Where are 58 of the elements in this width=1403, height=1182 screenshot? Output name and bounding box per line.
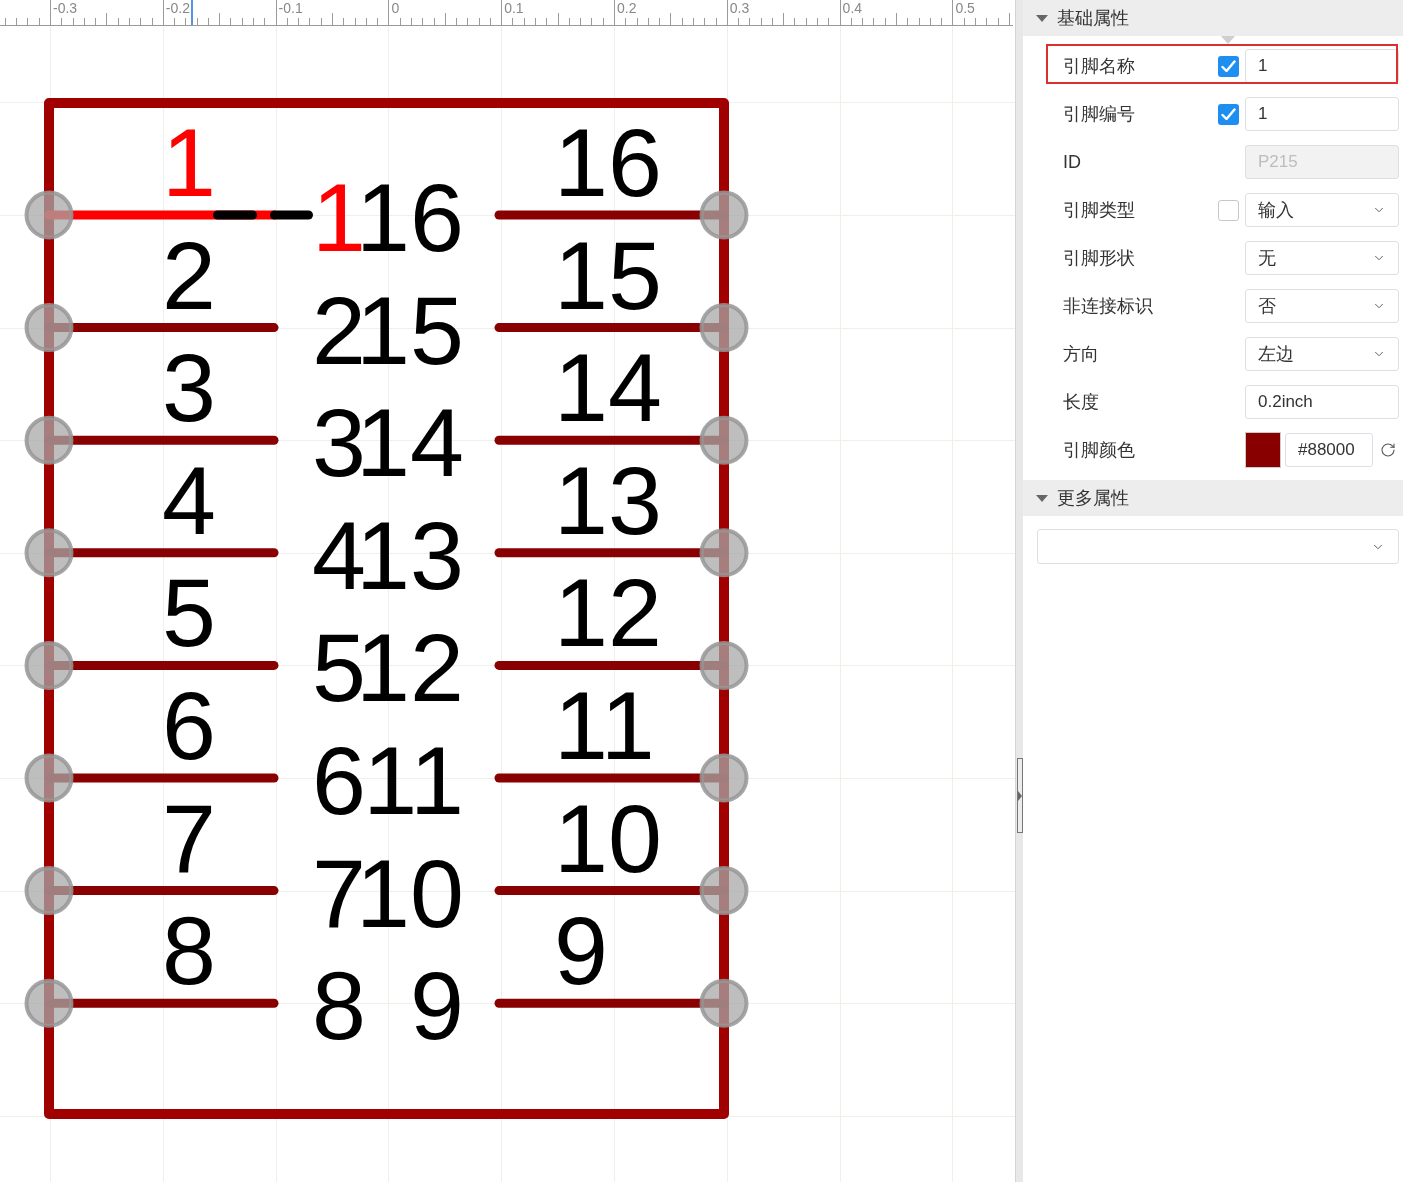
field-label: 引脚形状 — [1063, 246, 1136, 270]
field-label: 长度 — [1063, 390, 1100, 414]
pin-number: 13 — [554, 445, 662, 555]
ruler-label: -0.2 — [165, 0, 190, 16]
triangle-pointer-icon — [1221, 36, 1235, 44]
field-label: 引脚类型 — [1063, 198, 1136, 222]
pin-number: 4 — [162, 445, 216, 555]
color-swatch[interactable] — [1245, 432, 1281, 468]
cursor-marker — [191, 0, 193, 26]
pin-number: 11 — [554, 671, 655, 780]
ruler-label: 0.3 — [729, 0, 750, 16]
ruler-label: 0.2 — [617, 0, 637, 16]
pin-number: 2 — [162, 220, 216, 330]
pin-number: 9 — [554, 896, 608, 1006]
checkbox[interactable] — [1218, 199, 1239, 221]
ruler-label: 0.1 — [504, 0, 524, 16]
field-label: 非连接标识 — [1063, 294, 1154, 318]
ruler-label: 0.5 — [955, 0, 975, 16]
ruler-label: 0.4 — [842, 0, 863, 16]
section-header[interactable]: 基础属性 — [1023, 0, 1403, 36]
pin-number: 7 — [162, 783, 216, 893]
pin-number: 14 — [554, 333, 662, 443]
pin-name: 6 — [312, 726, 366, 835]
field-label: 方向 — [1063, 342, 1100, 366]
dropdown[interactable]: 无 — [1245, 241, 1399, 275]
ruler-label: -0.1 — [278, 0, 303, 16]
text-field[interactable]: 1 — [1245, 97, 1399, 131]
pin-name: 8 — [312, 951, 366, 1061]
field-label: 引脚名称 — [1063, 54, 1136, 78]
field-label: 引脚编号 — [1063, 102, 1136, 126]
section-header[interactable]: 更多属性 — [1023, 480, 1403, 516]
field-label: 引脚颜色 — [1063, 438, 1136, 462]
pin-number: 8 — [162, 896, 216, 1006]
text-field[interactable]: #88000 — [1285, 433, 1373, 467]
checkmark-icon — [1221, 107, 1236, 121]
pin-name: 9 — [410, 951, 464, 1061]
checkbox[interactable] — [1218, 55, 1239, 77]
ruler-label: -0.3 — [53, 0, 78, 16]
pin-name: 11 — [363, 726, 464, 835]
checkbox[interactable] — [1218, 103, 1239, 125]
checkmark-icon — [1221, 59, 1236, 73]
pin-number: 5 — [162, 558, 216, 668]
panel-toggle[interactable] — [1017, 758, 1023, 833]
pin-number: 16 — [554, 108, 662, 217]
ruler-label: 0 — [391, 0, 400, 16]
pin-number: 10 — [554, 783, 662, 893]
pin-number: 1 — [162, 108, 216, 217]
dropdown[interactable]: 左边 — [1245, 337, 1399, 371]
dropdown[interactable]: 输入 — [1245, 193, 1399, 227]
text-field[interactable]: 1 — [1245, 49, 1399, 83]
pin-number: 15 — [554, 220, 662, 330]
pin-number: 12 — [554, 558, 662, 668]
pin-number: 6 — [162, 671, 216, 780]
text-field[interactable]: 0.2inch — [1245, 385, 1399, 419]
refresh-icon[interactable] — [1380, 442, 1396, 458]
field-label: ID — [1063, 150, 1082, 174]
dropdown[interactable]: 否 — [1245, 289, 1399, 323]
pin-number: 3 — [162, 333, 216, 443]
